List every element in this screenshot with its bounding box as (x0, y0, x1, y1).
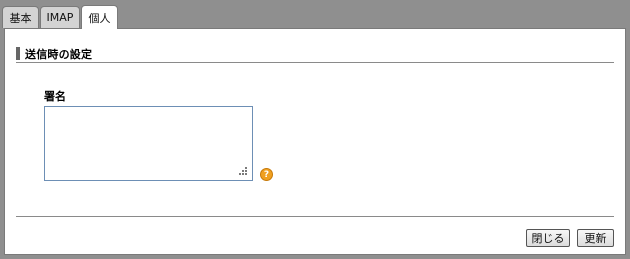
tab-basic-label: 基本 (9, 11, 32, 25)
settings-panel: 送信時の設定 署名 ? 閉じる 更新 (4, 28, 626, 255)
tab-imap[interactable]: IMAP (40, 6, 80, 28)
signature-label: 署名 (44, 90, 66, 103)
tab-imap-label: IMAP (46, 11, 74, 24)
help-glyph: ? (263, 169, 270, 180)
tab-bar: 基本 IMAP 個人 (0, 0, 630, 29)
section-header: 送信時の設定 (16, 46, 614, 63)
help-icon[interactable]: ? (260, 168, 273, 181)
section-marker (16, 47, 20, 60)
tab-personal-label: 個人 (88, 11, 111, 25)
update-button[interactable]: 更新 (577, 229, 614, 247)
section-title: 送信時の設定 (25, 48, 93, 61)
footer-divider (16, 216, 614, 217)
tab-personal[interactable]: 個人 (81, 5, 118, 29)
close-button[interactable]: 閉じる (526, 229, 570, 247)
tab-basic[interactable]: 基本 (2, 6, 39, 28)
resize-grip-icon[interactable] (238, 166, 248, 176)
signature-textarea[interactable] (44, 106, 253, 181)
